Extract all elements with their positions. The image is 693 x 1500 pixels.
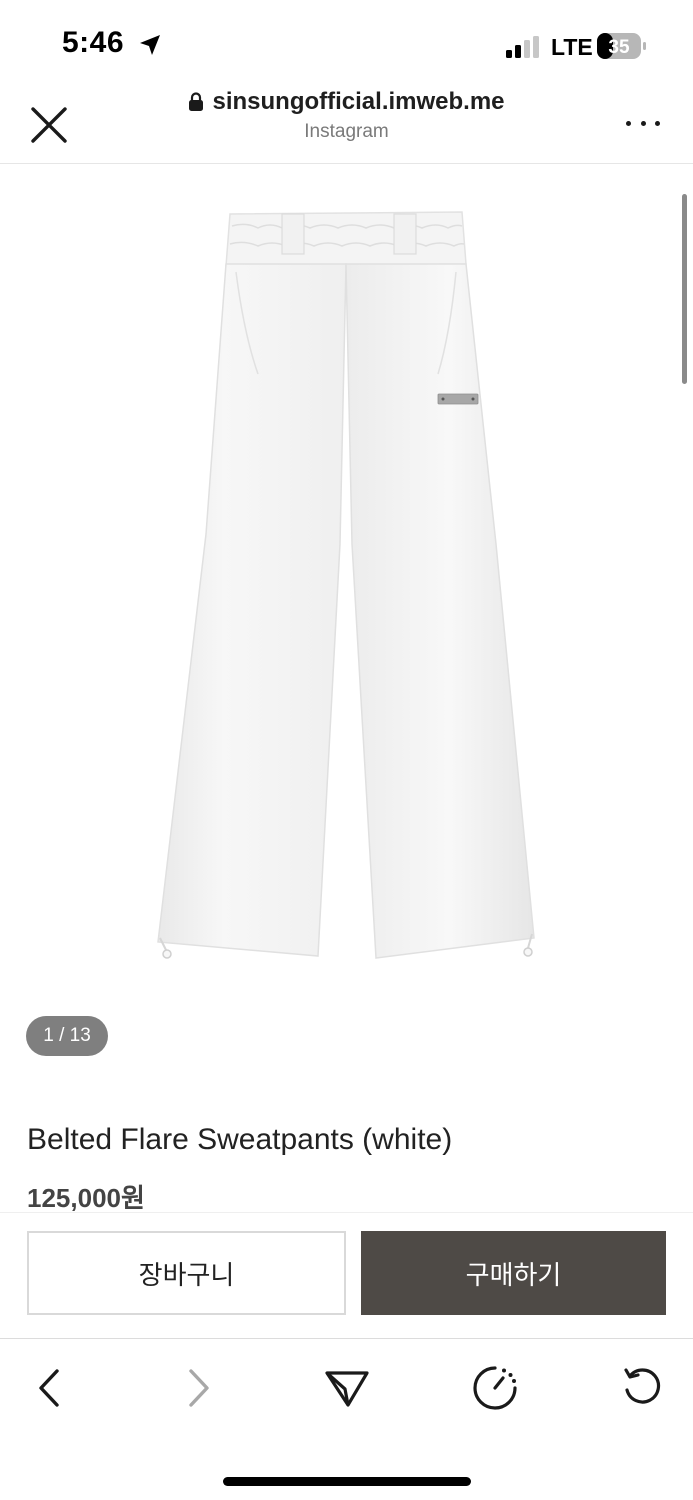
refresh-icon[interactable]	[618, 1363, 668, 1413]
location-arrow-icon	[140, 35, 160, 55]
battery-level: 35	[608, 37, 630, 58]
browser-toolbar	[0, 1338, 693, 1500]
forward-icon[interactable]	[174, 1363, 224, 1413]
back-icon[interactable]	[24, 1363, 74, 1413]
add-to-cart-button[interactable]: 장바구니	[27, 1231, 346, 1315]
share-icon[interactable]	[322, 1363, 372, 1413]
source-label: Instagram	[304, 121, 389, 142]
url-text: sinsungofficial.imweb.me	[212, 88, 505, 115]
more-options-icon[interactable]	[626, 118, 660, 128]
product-price: 125,000원	[27, 1183, 145, 1213]
status-bar: 5:46 LTE 35	[0, 0, 693, 86]
home-indicator	[223, 1477, 471, 1486]
address-bar[interactable]: sinsungofficial.imweb.me Instagram	[0, 88, 693, 143]
battery-icon: 35	[597, 33, 646, 59]
image-counter: 1 / 13	[26, 1016, 108, 1056]
product-title: Belted Flare Sweatpants (white)	[27, 1123, 453, 1156]
product-image[interactable]	[0, 164, 693, 994]
purchase-action-bar: 장바구니 구매하기	[0, 1212, 693, 1338]
speed-icon[interactable]	[470, 1363, 520, 1413]
network-type: LTE	[551, 34, 593, 60]
signal-icon	[506, 36, 539, 58]
browser-header: sinsungofficial.imweb.me Instagram	[0, 86, 693, 164]
status-time: 5:46	[62, 26, 125, 59]
buy-now-button[interactable]: 구매하기	[361, 1231, 666, 1315]
lock-icon	[189, 92, 204, 111]
